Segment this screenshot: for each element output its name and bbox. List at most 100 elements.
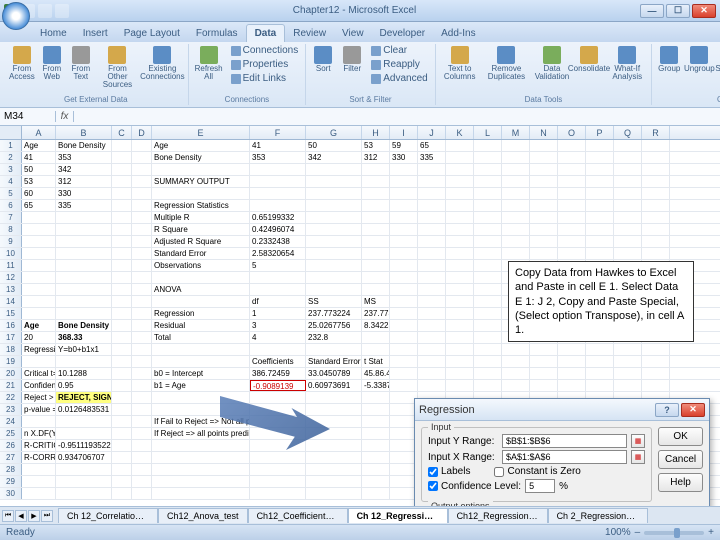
existing-connections-button[interactable]: Existing Connections <box>141 44 183 83</box>
cell[interactable] <box>614 236 642 247</box>
from-access-button[interactable]: From Access <box>8 44 36 83</box>
y-range-ref-icon[interactable]: ▦ <box>631 434 645 448</box>
cell[interactable] <box>614 344 642 355</box>
cell[interactable]: 232.8 <box>306 332 362 343</box>
cell[interactable]: 0.95 <box>56 380 112 391</box>
confidence-input[interactable] <box>525 479 555 493</box>
cell[interactable] <box>132 176 152 187</box>
close-button[interactable]: ✕ <box>692 4 716 18</box>
cell[interactable]: 25.0267756 <box>306 320 362 331</box>
row-header[interactable]: 2 <box>0 152 22 163</box>
cell[interactable]: Bone Density <box>56 320 112 331</box>
cell[interactable] <box>446 188 474 199</box>
sort-button[interactable]: Sort <box>310 44 336 75</box>
cell[interactable] <box>474 188 502 199</box>
zoom-in-icon[interactable]: + <box>708 527 714 538</box>
cell[interactable]: b0 = Intercept <box>152 368 250 379</box>
remove-duplicates-button[interactable]: Remove Duplicates <box>483 44 530 83</box>
cell[interactable] <box>474 212 502 223</box>
col-header[interactable]: M <box>502 126 530 139</box>
cell[interactable] <box>474 284 502 295</box>
cell[interactable] <box>418 308 446 319</box>
what-if-button[interactable]: What-If Analysis <box>607 44 647 83</box>
col-header[interactable]: O <box>558 126 586 139</box>
cell[interactable] <box>642 380 670 391</box>
row-header[interactable]: 6 <box>0 200 22 211</box>
cell[interactable] <box>418 356 446 367</box>
cell[interactable]: Reject > Critical <box>22 392 56 403</box>
cell[interactable] <box>250 464 306 475</box>
cell[interactable] <box>614 368 642 379</box>
row-header[interactable]: 17 <box>0 332 22 343</box>
row-header[interactable]: 12 <box>0 272 22 283</box>
cell[interactable] <box>558 176 586 187</box>
cell[interactable] <box>390 344 418 355</box>
refresh-all-button[interactable]: Refresh All <box>193 44 225 83</box>
cell[interactable] <box>112 380 132 391</box>
advanced-button[interactable]: Advanced <box>368 72 430 85</box>
cell[interactable] <box>152 488 250 499</box>
cell[interactable] <box>132 260 152 271</box>
col-header[interactable]: D <box>132 126 152 139</box>
cell[interactable] <box>474 344 502 355</box>
cell[interactable] <box>112 368 132 379</box>
cell[interactable] <box>390 368 418 379</box>
cell[interactable] <box>586 212 614 223</box>
cell[interactable] <box>390 212 418 223</box>
cell[interactable] <box>614 188 642 199</box>
col-header[interactable]: G <box>306 126 362 139</box>
cell[interactable] <box>642 344 670 355</box>
cell[interactable] <box>362 440 390 451</box>
cell[interactable] <box>642 140 670 151</box>
row-header[interactable]: 18 <box>0 344 22 355</box>
cell[interactable] <box>132 380 152 391</box>
cell[interactable] <box>642 212 670 223</box>
cell[interactable] <box>614 212 642 223</box>
cancel-button[interactable]: Cancel <box>658 450 703 469</box>
cell[interactable]: 45.86.44906 <box>362 368 390 379</box>
cell[interactable] <box>112 296 132 307</box>
cell[interactable] <box>56 416 112 427</box>
cell[interactable] <box>250 164 306 175</box>
row-header[interactable]: 10 <box>0 248 22 259</box>
cell[interactable] <box>502 368 530 379</box>
cell[interactable] <box>362 488 390 499</box>
sheet-tab[interactable]: Ch12_Coefficient_test <box>248 508 348 523</box>
cell[interactable] <box>390 200 418 211</box>
cell[interactable] <box>132 296 152 307</box>
cell[interactable]: 41 <box>22 152 56 163</box>
cell[interactable]: Age <box>22 140 56 151</box>
cell[interactable] <box>446 272 474 283</box>
cell[interactable] <box>474 296 502 307</box>
cell[interactable] <box>418 284 446 295</box>
maximize-button[interactable]: ☐ <box>666 4 690 18</box>
cell[interactable] <box>586 248 614 259</box>
cell[interactable] <box>418 164 446 175</box>
cell[interactable] <box>474 308 502 319</box>
cell[interactable] <box>558 152 586 163</box>
cell[interactable] <box>56 236 112 247</box>
cell[interactable] <box>390 332 418 343</box>
x-range-ref-icon[interactable]: ▦ <box>631 450 645 464</box>
cell[interactable]: 50 <box>306 140 362 151</box>
cell[interactable] <box>614 356 642 367</box>
cell[interactable] <box>362 236 390 247</box>
cell[interactable] <box>502 224 530 235</box>
cell[interactable] <box>642 356 670 367</box>
cell[interactable] <box>586 236 614 247</box>
row-header[interactable]: 29 <box>0 476 22 487</box>
cell[interactable] <box>112 344 132 355</box>
cell[interactable] <box>250 176 306 187</box>
cell[interactable] <box>474 368 502 379</box>
cell[interactable] <box>418 344 446 355</box>
cell[interactable] <box>558 212 586 223</box>
cell[interactable]: Confidence Level <box>22 380 56 391</box>
col-header[interactable]: F <box>250 126 306 139</box>
cell[interactable] <box>530 356 558 367</box>
cell[interactable]: 20 <box>22 332 56 343</box>
cell[interactable] <box>390 236 418 247</box>
cell[interactable]: Regression <box>152 308 250 319</box>
cell[interactable] <box>362 164 390 175</box>
office-button[interactable] <box>2 2 30 30</box>
cell[interactable] <box>112 200 132 211</box>
